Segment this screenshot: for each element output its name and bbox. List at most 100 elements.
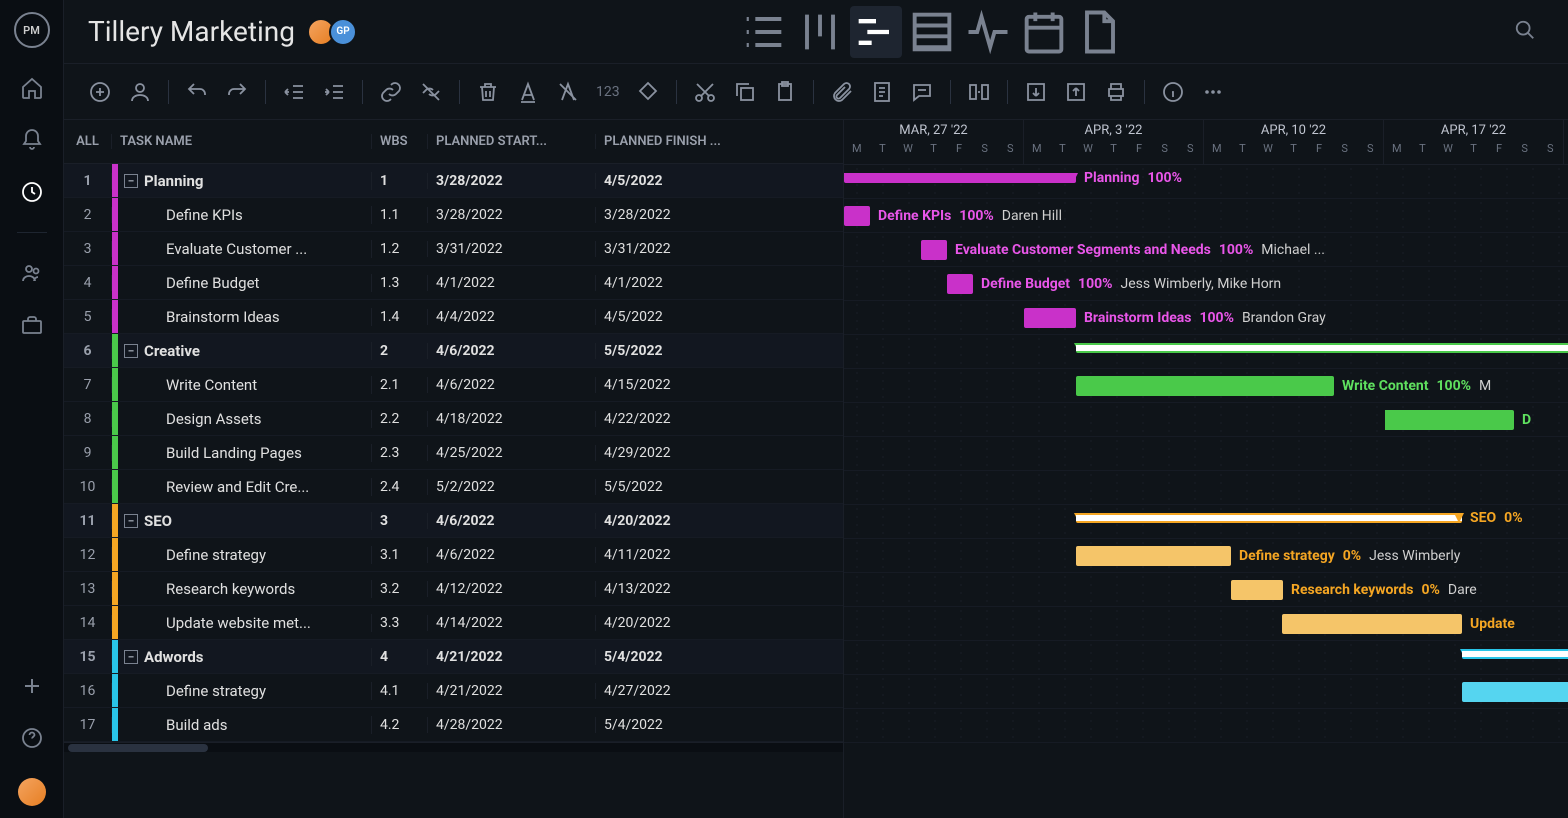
task-row[interactable]: 14 Update website met... 3.3 4/14/2022 4… [64,606,843,640]
grid-scrollbar[interactable] [64,742,843,752]
gantt-bar[interactable]: Define Budget100%Jess Wimberly, Mike Hor… [947,274,973,294]
text-style-icon[interactable] [516,80,540,104]
task-row[interactable]: 7 Write Content 2.1 4/6/2022 4/15/2022 [64,368,843,402]
task-row[interactable]: 9 Build Landing Pages 2.3 4/25/2022 4/29… [64,436,843,470]
gantt-row[interactable]: Update [844,607,1568,641]
collapse-icon[interactable]: − [124,174,138,188]
task-row[interactable]: 12 Define strategy 3.1 4/6/2022 4/11/202… [64,538,843,572]
clear-format-icon[interactable] [556,80,580,104]
gantt-row[interactable]: Research keywords0%Dare [844,573,1568,607]
gantt-bar[interactable]: Define strategy0%Jess Wimberly [1076,546,1231,566]
task-name-cell[interactable]: Build Landing Pages [118,444,372,462]
search-icon[interactable] [1506,11,1544,53]
gantt-row[interactable] [844,471,1568,505]
task-row[interactable]: 5 Brainstorm Ideas 1.4 4/4/2022 4/5/2022 [64,300,843,334]
gantt-bar[interactable]: Brainstorm Ideas100%Brandon Gray [1024,308,1076,328]
gantt-view-icon[interactable] [850,6,902,58]
gantt-bar[interactable]: D [1385,410,1514,430]
gantt-bar[interactable]: Planning100% [844,173,1076,183]
task-name-cell[interactable]: Define Budget [118,274,372,292]
task-name-cell[interactable]: Research keywords [118,580,372,598]
gantt-bar[interactable]: Define KPIs100%Daren Hill [844,206,870,226]
print-icon[interactable] [1104,80,1128,104]
notes-icon[interactable] [870,80,894,104]
planned-finish-cell[interactable]: 4/27/2022 [596,683,764,699]
task-name-cell[interactable]: − Planning [118,172,372,190]
plus-icon[interactable] [20,674,44,698]
columns-icon[interactable] [967,80,991,104]
planned-finish-cell[interactable]: 4/11/2022 [596,547,764,563]
task-row[interactable]: 11 − SEO 3 4/6/2022 4/20/2022 [64,504,843,538]
task-name-cell[interactable]: − SEO [118,512,372,530]
indent-icon[interactable] [322,80,346,104]
planned-start-cell[interactable]: 4/6/2022 [428,547,596,563]
planned-start-cell[interactable]: 5/2/2022 [428,479,596,495]
outdent-icon[interactable] [282,80,306,104]
planned-finish-cell[interactable]: 3/28/2022 [596,207,764,223]
gantt-row[interactable]: Planning100% [844,165,1568,199]
task-name-cell[interactable]: Review and Edit Cre... [118,478,372,496]
help-icon[interactable] [20,726,44,750]
gantt-bar[interactable]: Evaluate Customer Segments and Needs100%… [921,240,947,260]
cut-icon[interactable] [693,80,717,104]
team-icon[interactable] [20,261,44,285]
link-icon[interactable] [379,80,403,104]
project-members[interactable]: GP [313,18,357,46]
task-row[interactable]: 15 − Adwords 4 4/21/2022 5/4/2022 [64,640,843,674]
task-row[interactable]: 1 − Planning 1 3/28/2022 4/5/2022 [64,164,843,198]
task-name-cell[interactable]: Define strategy [118,682,372,700]
board-view-icon[interactable] [794,6,846,58]
planned-finish-cell[interactable]: 5/4/2022 [596,649,764,665]
task-row[interactable]: 17 Build ads 4.2 4/28/2022 5/4/2022 [64,708,843,742]
info-icon[interactable] [1161,80,1185,104]
gantt-row[interactable]: D [844,403,1568,437]
planned-start-cell[interactable]: 3/31/2022 [428,241,596,257]
attachment-icon[interactable] [830,80,854,104]
planned-finish-cell[interactable]: 3/31/2022 [596,241,764,257]
undo-icon[interactable] [185,80,209,104]
add-task-icon[interactable] [88,80,112,104]
list-view-icon[interactable] [738,6,790,58]
bell-icon[interactable] [20,128,44,152]
planned-start-cell[interactable]: 4/6/2022 [428,513,596,529]
planned-finish-cell[interactable]: 4/15/2022 [596,377,764,393]
gantt-bar[interactable]: Research keywords0%Dare [1231,580,1283,600]
task-name-cell[interactable]: Design Assets [118,410,372,428]
briefcase-icon[interactable] [20,313,44,337]
gantt-row[interactable] [844,709,1568,743]
clock-icon[interactable] [20,180,44,204]
planned-finish-cell[interactable]: 4/5/2022 [596,173,764,189]
gantt-bar[interactable] [1076,343,1568,353]
gantt-row[interactable] [844,641,1568,675]
app-logo[interactable]: PM [14,12,50,48]
col-task-name[interactable]: TASK NAME [112,134,372,149]
redo-icon[interactable] [225,80,249,104]
task-name-cell[interactable]: Write Content [118,376,372,394]
col-planned-finish[interactable]: PLANNED FINISH ... [596,134,764,149]
planned-start-cell[interactable]: 4/6/2022 [428,343,596,359]
planned-start-cell[interactable]: 4/18/2022 [428,411,596,427]
task-name-cell[interactable]: Brainstorm Ideas [118,308,372,326]
milestone-icon[interactable] [636,80,660,104]
gantt-row[interactable] [844,335,1568,369]
planned-finish-cell[interactable]: 5/4/2022 [596,717,764,733]
planned-start-cell[interactable]: 4/6/2022 [428,377,596,393]
task-name-cell[interactable]: Build ads [118,716,372,734]
planned-start-cell[interactable]: 4/21/2022 [428,649,596,665]
home-icon[interactable] [20,76,44,100]
gantt-bar[interactable] [1462,649,1568,659]
col-wbs[interactable]: WBS [372,134,428,149]
planned-finish-cell[interactable]: 4/29/2022 [596,445,764,461]
task-name-cell[interactable]: − Adwords [118,648,372,666]
planned-start-cell[interactable]: 4/21/2022 [428,683,596,699]
collapse-icon[interactable]: − [124,514,138,528]
import-icon[interactable] [1024,80,1048,104]
task-name-cell[interactable]: Evaluate Customer ... [118,240,372,258]
planned-start-cell[interactable]: 4/4/2022 [428,309,596,325]
planned-finish-cell[interactable]: 4/20/2022 [596,615,764,631]
unlink-icon[interactable] [419,80,443,104]
more-icon[interactable] [1201,80,1225,104]
export-icon[interactable] [1064,80,1088,104]
planned-finish-cell[interactable]: 4/20/2022 [596,513,764,529]
collapse-icon[interactable]: − [124,650,138,664]
